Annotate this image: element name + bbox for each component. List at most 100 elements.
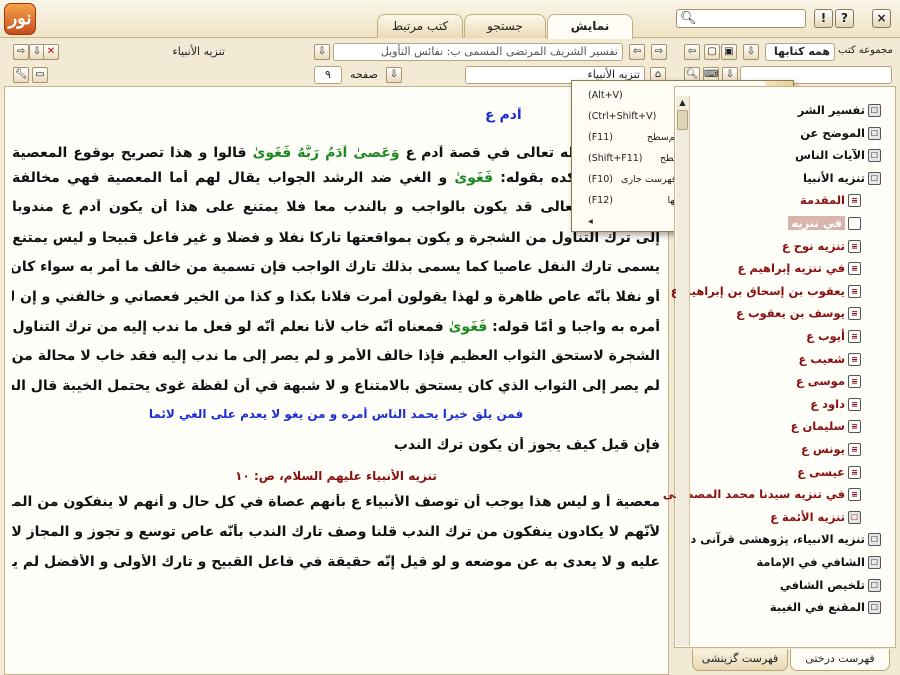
tree-item[interactable]: ≡يوسف بن يعقوب ع xyxy=(736,303,861,323)
text-span: معصية أ و ليس هذا يوجب أن توصف الأنبياء … xyxy=(12,494,660,511)
text-line: تعلقوا به قوله تعالى في قصة آدم ع وَعَصى… xyxy=(12,145,660,161)
tree-item[interactable]: ≡يعقوب بن إسحاق بن إبراهيم ع xyxy=(671,281,861,301)
page-icon: ≡ xyxy=(848,262,861,276)
text-span: فإن قيل كيف يجوز أن يكون ترك الندب xyxy=(393,437,660,453)
tree-item-label: تلخيص الشافي xyxy=(779,577,865,592)
tree-item-label: الشافي في الإمامة xyxy=(756,555,865,569)
tab-related-books[interactable]: كتب مرتبط xyxy=(377,14,463,38)
tree-item[interactable]: ☐تنزيه الأنبيا xyxy=(803,168,881,188)
close-button[interactable]: × xyxy=(872,9,891,28)
tree-item[interactable]: ≡عيسى ع xyxy=(797,462,861,482)
page-icon: ≡ xyxy=(848,375,861,389)
text-line: فإن قيل كيف يجوز أن يكون ترك الندب xyxy=(12,437,660,453)
tree-item[interactable]: ☐الآيات الناس xyxy=(795,145,881,165)
text-span: أمره به واجبا و أمّا قوله: xyxy=(487,318,660,335)
page-icon: ≡ xyxy=(848,420,861,434)
back-arrow-icon-right[interactable]: ⇦ xyxy=(684,44,700,60)
global-search-input[interactable]: 🔍︎ xyxy=(676,9,806,28)
text-span: و الغي ضد الرشد الجواب يقال لهم أما المع… xyxy=(12,169,455,186)
scroll-thumb[interactable] xyxy=(677,110,688,130)
text-line: يسمى تارك النفل عاصيا كما يسمى بذلك تارك… xyxy=(12,259,660,275)
tree-item[interactable]: ≡أيوب ع xyxy=(806,326,861,346)
window-icon-2[interactable]: ▣ xyxy=(721,44,737,60)
text-line: تنزيه الأنبياء عليهم السلام، ص: ١٠ xyxy=(12,469,660,483)
tree-item-label: المقنع في الغيبة xyxy=(769,600,865,615)
wrench-icon[interactable]: 🔧︎ xyxy=(13,67,29,83)
tree-item[interactable]: ≡يونس ع xyxy=(801,439,861,459)
text-span: من الحكيم تعالى قد يكون بالواجب و بالندب… xyxy=(12,199,660,216)
text-span: لأنّهم لا يكادون ينفكون من ترك الندب قلن… xyxy=(12,523,660,540)
down-arrow-icon-3[interactable]: ⇩ xyxy=(386,67,402,83)
tree-item-label: سليمان ع xyxy=(790,419,845,434)
text-span: وَعَصىٰ آدَمُ رَبَّهُ فَغَوىٰ xyxy=(252,145,400,161)
text-line: أو نفلا بأنّه عاص ظاهرة و لهذا يقولون أم… xyxy=(12,289,660,305)
text-line: لأنّهم لا يكادون ينفكون من ترك الندب قلن… xyxy=(12,524,660,540)
page-icon: ≡ xyxy=(848,465,861,479)
menu-item-shortcut: (Shift+F11) xyxy=(588,153,643,164)
text-span: قالوا و هذا تصريح بوقوع المعصية xyxy=(12,145,253,161)
tree-item[interactable]: ≡تنزيه نوح ع xyxy=(782,236,861,256)
collection-select[interactable]: همه كتابها xyxy=(765,43,835,61)
text-line: فمن يلق خيرا يحمد الناس أمره و من يغو لا… xyxy=(12,407,660,421)
tree-item[interactable]: ≡في تنزيه سيدنا محمد المصطفى xyxy=(663,484,861,504)
tab-search[interactable]: جستجو xyxy=(464,14,546,38)
tree-item-label: يعقوب بن إسحاق بن إبراهيم ع xyxy=(670,283,845,298)
text-line: عليه و لا يعدى به عن موضعه و لو قيل إنّه… xyxy=(12,554,660,570)
text-span: أو نفلا بأنّه عاص ظاهرة و لهذا يقولون أم… xyxy=(12,289,660,305)
tree-item[interactable]: ≡شعيب ع xyxy=(798,349,861,369)
tree-item[interactable]: ≡المقدمة xyxy=(800,190,861,210)
tree-scrollbar[interactable]: ▲ xyxy=(676,96,690,646)
text-line: آدم ع xyxy=(485,107,565,123)
layout-icon[interactable]: ▭ xyxy=(32,67,48,83)
page-number-input[interactable]: ٩ xyxy=(314,66,342,84)
help-button[interactable]: ? xyxy=(835,9,854,28)
tree-item-label: موسى ع xyxy=(795,374,845,389)
tree-item[interactable]: ≡داود ع xyxy=(810,394,861,414)
tree-item[interactable]: ☐تنزيه الانبياء، پژوهشى قرآنى دربا xyxy=(675,529,881,549)
search-icon: 🔍︎ xyxy=(680,11,697,26)
info-button[interactable]: ! xyxy=(814,9,833,28)
tree-item[interactable]: ≡سليمان ع xyxy=(791,416,861,436)
tab-tree-index[interactable]: فهرست درختى xyxy=(790,649,890,671)
down-arrow-icon-2[interactable]: ⇩ xyxy=(314,44,330,60)
close-doc-icon[interactable]: ✕ xyxy=(43,44,59,60)
book-icon: ☐ xyxy=(868,601,881,615)
text-viewer[interactable]: آدم ع تعلقوا به قوله تعالى في قصة آدم ع و… xyxy=(4,86,669,675)
tree-item[interactable]: ☐تفسير الشر xyxy=(798,100,881,120)
tree-item[interactable]: ≡في تنزيه إبراهيم ع xyxy=(737,258,861,278)
down-arrow-icon-right[interactable]: ⇩ xyxy=(743,44,759,60)
tree-item[interactable]: ☐تنزيه الأئمة ع xyxy=(770,507,861,527)
tab-display[interactable]: نمایش xyxy=(547,14,633,39)
menu-item-shortcut: (F10) xyxy=(588,174,613,185)
book-icon: ☐ xyxy=(868,104,881,117)
text-span: فمعناه أنّه خاب لأنا نعلم أنّه لو فعل ما… xyxy=(12,318,449,335)
book-icon: ☐ xyxy=(868,126,881,140)
tree-item[interactable]: ☐المقنع في الغيبة xyxy=(770,597,881,617)
page-label: صفحه xyxy=(350,68,378,81)
window-icon[interactable]: ▢ xyxy=(704,44,720,60)
app-logo-icon[interactable]: نور xyxy=(4,3,36,35)
tree-item[interactable]: ☐تلخيص الشافي xyxy=(780,575,881,595)
text-line: معصية أ و ليس هذا يوجب أن توصف الأنبياء … xyxy=(12,494,660,510)
tab-selected-index[interactable]: فهرست گزینشی xyxy=(692,649,788,671)
tree-item-label: شعيب ع xyxy=(798,351,845,366)
tree-item[interactable]: ≡في تنزيه xyxy=(788,213,861,233)
page-icon: ≡ xyxy=(848,352,861,366)
forward-arrow-icon[interactable]: ⇨ xyxy=(651,44,667,60)
tree-item[interactable]: ≡موسى ع xyxy=(796,371,861,391)
text-span: يسمى تارك النفل عاصيا كما يسمى بذلك تارك… xyxy=(12,259,660,276)
tree-panel: ☐تفسير الشر ☐الموضح عن ☐الآيات الناس ☐تنزيه… xyxy=(663,86,896,648)
forward-nav-icon[interactable]: ⇨ xyxy=(13,44,29,60)
back-arrow-icon[interactable]: ⇦ xyxy=(629,44,645,60)
page-icon: ≡ xyxy=(848,307,861,321)
menu-item-shortcut: (F12) xyxy=(588,195,613,206)
book-icon: ☐ xyxy=(848,510,861,524)
book-title-field[interactable]: تفسير الشريف المرتضى المسمى ب: نفائس الت… xyxy=(333,43,623,61)
tree-item[interactable]: ☐الشافي في الإمامة xyxy=(756,552,881,572)
tree-item[interactable]: ☐الموضح عن xyxy=(800,123,881,143)
text-line: إلى ترك التناول من الشجرة و يكون بمواقعت… xyxy=(12,230,660,246)
book-icon: ☐ xyxy=(868,556,881,569)
menu-item-shortcut: (Ctrl+Shift+V) xyxy=(588,111,657,122)
scroll-up-icon[interactable]: ▲ xyxy=(677,98,688,108)
tree-item-label: تنزيه الانبياء، پژوهشى قرآنى دربا xyxy=(675,532,865,547)
